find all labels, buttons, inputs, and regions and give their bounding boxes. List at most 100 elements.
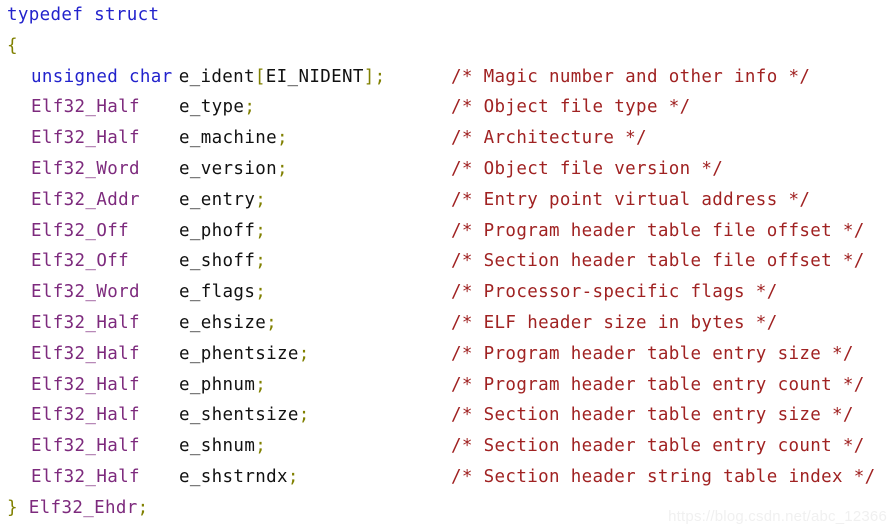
field-comment-token: /* Program header table entry count */	[451, 374, 865, 395]
field-type: Elf32_Half	[31, 123, 140, 154]
token-punct: ;	[255, 282, 267, 303]
field-comment: /* ELF header size in bytes */	[451, 308, 778, 339]
token-ident: e_type	[179, 97, 245, 118]
token-ident: e_phoff	[179, 220, 256, 241]
token-ident: e_entry	[179, 189, 256, 210]
field-type: Elf32_Off	[31, 246, 129, 277]
token-ident: e_phnum	[179, 374, 256, 395]
field-comment-token: /* Processor-specific flags */	[451, 282, 778, 303]
field-comment: /* Entry point virtual address */	[451, 185, 810, 216]
token-punct: }	[7, 497, 18, 518]
struct-field-row: Elf32_Half e_type; /* Object file type */	[0, 92, 895, 123]
line-content: } Elf32_Ehdr;	[7, 493, 149, 524]
field-type-token: Elf32_Off	[31, 251, 129, 272]
token-punct: ;	[276, 158, 288, 179]
token-punct: ;	[255, 374, 267, 395]
watermark-text: https://blog.csdn.net/abc_12366	[668, 508, 887, 525]
line-content: {	[7, 31, 18, 62]
field-comment: /* Architecture */	[451, 123, 647, 154]
field-type: Elf32_Word	[31, 277, 140, 308]
struct-field-row: Elf32_Addr e_entry; /* Entry point virtual…	[0, 185, 895, 216]
field-name: e_flags;	[179, 277, 266, 308]
code-line: typedef struct	[0, 0, 895, 31]
token-punct: ;	[255, 436, 267, 457]
field-comment: /* Program header table entry count */	[451, 370, 865, 401]
token-ident: e_version	[179, 158, 277, 179]
field-name: e_version;	[179, 154, 288, 185]
struct-field-row: Elf32_Half e_machine; /* Architecture */	[0, 123, 895, 154]
struct-field-row: Elf32_Half e_phentsize; /* Program header …	[0, 339, 895, 370]
field-name: e_phentsize;	[179, 339, 310, 370]
field-comment: /* Program header table entry size */	[451, 339, 854, 370]
field-type: Elf32_Half	[31, 92, 140, 123]
field-type-token: Elf32_Word	[31, 158, 140, 179]
token-punct: [	[254, 66, 266, 87]
field-type: Elf32_Half	[31, 339, 140, 370]
line-content: typedef struct	[7, 0, 159, 31]
field-comment-token: /* Section header table entry size */	[451, 405, 854, 426]
field-type-token: Elf32_Half	[31, 466, 140, 487]
token-ident: e_ident	[178, 66, 255, 87]
struct-field-row: Elf32_Off e_shoff; /* Section header table…	[0, 246, 895, 277]
field-name: e_ident[EI_NIDENT];	[179, 62, 386, 93]
field-name: e_type;	[179, 92, 255, 123]
field-type-token: Elf32_Half	[31, 97, 140, 118]
field-type: Elf32_Word	[31, 154, 140, 185]
struct-field-row: Elf32_Off e_phoff; /* Program header table…	[0, 216, 895, 247]
token-punct: ;	[255, 189, 267, 210]
token-type: Elf32_Ehdr	[28, 497, 138, 518]
struct-field-row: Elf32_Half e_shnum; /* Section header tabl…	[0, 431, 895, 462]
field-comment-token: /* ELF header size in bytes */	[451, 312, 778, 333]
field-name: e_shnum;	[179, 431, 266, 462]
token-ident: e_flags	[179, 282, 256, 303]
token-ident: e_shstrndx	[179, 466, 288, 487]
field-type-token: Elf32_Half	[31, 436, 140, 457]
field-comment-token: /* Magic number and other info */	[451, 66, 811, 87]
field-name: e_machine;	[179, 123, 288, 154]
struct-field-row: Elf32_Word e_flags; /* Processor-specific …	[0, 277, 895, 308]
field-comment-token: /* Section header table file offset */	[451, 251, 865, 272]
field-type-token: Elf32_Word	[31, 282, 140, 303]
field-name: e_entry;	[179, 185, 266, 216]
token-ident: e_shnum	[179, 436, 256, 457]
field-type-token: Elf32_Off	[31, 220, 129, 241]
field-comment-token: /* Architecture */	[451, 128, 647, 149]
token-punct: ;	[266, 312, 277, 333]
field-comment: /* Section header table entry count */	[451, 431, 865, 462]
token-ident: e_phentsize	[179, 343, 299, 364]
field-comment: /* Program header table file offset */	[451, 216, 865, 247]
field-name: e_phoff;	[179, 216, 266, 247]
code-line: {	[0, 31, 895, 62]
field-name: e_ehsize;	[179, 308, 277, 339]
field-type-token: Elf32_Half	[31, 374, 140, 395]
field-comment-token: /* Section header string table index */	[451, 466, 876, 487]
token-punct: ;	[276, 128, 288, 149]
field-type-token: unsigned char	[31, 66, 173, 87]
field-comment-token: /* Object file version */	[451, 158, 724, 179]
token-punct: ;	[255, 220, 267, 241]
struct-field-row: Elf32_Half e_shstrndx; /* Section header s…	[0, 462, 895, 493]
field-comment-token: /* Program header table file offset */	[451, 220, 865, 241]
token-ident: EI_NIDENT	[265, 66, 364, 87]
token-keyword: typedef struct	[7, 5, 160, 25]
field-type-token: Elf32_Addr	[31, 189, 140, 210]
field-type: Elf32_Half	[31, 431, 140, 462]
token-punct: ;	[255, 251, 267, 272]
field-comment-token: /* Object file type */	[451, 97, 691, 118]
field-type-token: Elf32_Half	[31, 128, 140, 149]
token-punct: {	[7, 35, 18, 56]
token-punct: ;	[137, 497, 149, 518]
field-name: e_shstrndx;	[179, 462, 299, 493]
field-comment-token: /* Program header table entry size */	[451, 343, 854, 364]
token-ident: e_shoff	[179, 251, 256, 272]
field-name: e_phnum;	[179, 370, 266, 401]
field-comment-token: /* Section header table entry count */	[451, 436, 865, 457]
struct-field-row: Elf32_Word e_version; /* Object file versi…	[0, 154, 895, 185]
field-type: Elf32_Half	[31, 370, 140, 401]
field-type: Elf32_Off	[31, 216, 129, 247]
struct-field-row: Elf32_Half e_shentsize; /* Section header …	[0, 400, 895, 431]
field-type: unsigned char	[31, 62, 173, 93]
field-type-token: Elf32_Half	[31, 405, 140, 426]
struct-field-row: Elf32_Half e_phnum; /* Program header tabl…	[0, 370, 895, 401]
